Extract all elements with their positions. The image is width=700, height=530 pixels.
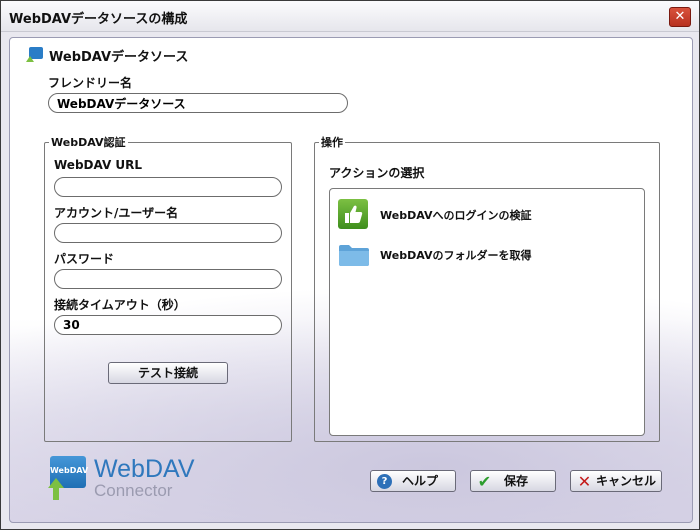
operations-legend: 操作 [321, 136, 343, 149]
close-icon: ✕ [674, 9, 686, 24]
x-icon: ✕ [577, 472, 592, 491]
auth-legend: WebDAV認証 [51, 136, 126, 149]
action-select-label: アクションの選択 [329, 166, 425, 180]
thumbs-up-icon [338, 199, 368, 229]
save-label: 保存 [503, 474, 528, 488]
logo-text-line2: Connector [94, 481, 173, 500]
account-label: アカウント/ユーザー名 [54, 206, 179, 220]
dialog-window: WebDAVデータソースの構成 ✕ WebDAVデータソース フレンドリー名 W… [0, 0, 700, 530]
webdav-small-icon [26, 47, 43, 62]
timeout-label: 接続タイムアウト（秒） [54, 298, 186, 312]
action-item-get-folders[interactable]: WebDAVのフォルダーを取得 [338, 239, 628, 269]
operations-group: 操作 アクションの選択 WebDAVへのログインの検証 WebDAVのフォルダー… [314, 134, 660, 442]
url-input[interactable] [54, 177, 282, 197]
close-button[interactable]: ✕ [669, 7, 691, 27]
action-list: WebDAVへのログインの検証 WebDAVのフォルダーを取得 [329, 188, 645, 436]
title-bar[interactable]: WebDAVデータソースの構成 ✕ [1, 1, 699, 32]
friendly-name-label: フレンドリー名 [48, 76, 133, 90]
save-button[interactable]: ✔ 保存 [470, 470, 556, 492]
logo-text-line1: WebDAV [94, 455, 195, 483]
panel-title: WebDAVデータソース [49, 50, 189, 65]
help-icon: ? [377, 474, 392, 489]
url-label: WebDAV URL [54, 158, 143, 172]
account-input[interactable] [54, 223, 282, 243]
test-connection-button[interactable]: テスト接続 [108, 362, 228, 384]
window-title: WebDAVデータソースの構成 [9, 12, 188, 27]
timeout-input[interactable] [54, 315, 282, 335]
action-item-verify-login[interactable]: WebDAVへのログインの検証 [338, 199, 628, 229]
help-label: ヘルプ [401, 474, 438, 488]
folder-icon [338, 243, 370, 267]
cancel-button[interactable]: ✕ キャンセル [570, 470, 662, 492]
logo-arrow-icon [48, 478, 64, 488]
content-panel: WebDAVデータソース フレンドリー名 WebDAV認証 WebDAV URL… [9, 37, 693, 523]
logo-arrow-stem [53, 488, 59, 500]
password-label: パスワード [54, 252, 115, 266]
password-input[interactable] [54, 269, 282, 289]
webdav-connector-logo: WebDAV WebDAV Connector [48, 455, 210, 506]
action-label: WebDAVへのログインの検証 [380, 209, 532, 222]
check-icon: ✔ [477, 472, 492, 491]
friendly-name-input[interactable] [48, 93, 348, 113]
help-button[interactable]: ? ヘルプ [370, 470, 456, 492]
cancel-label: キャンセル [595, 474, 656, 488]
action-label: WebDAVのフォルダーを取得 [380, 249, 532, 262]
